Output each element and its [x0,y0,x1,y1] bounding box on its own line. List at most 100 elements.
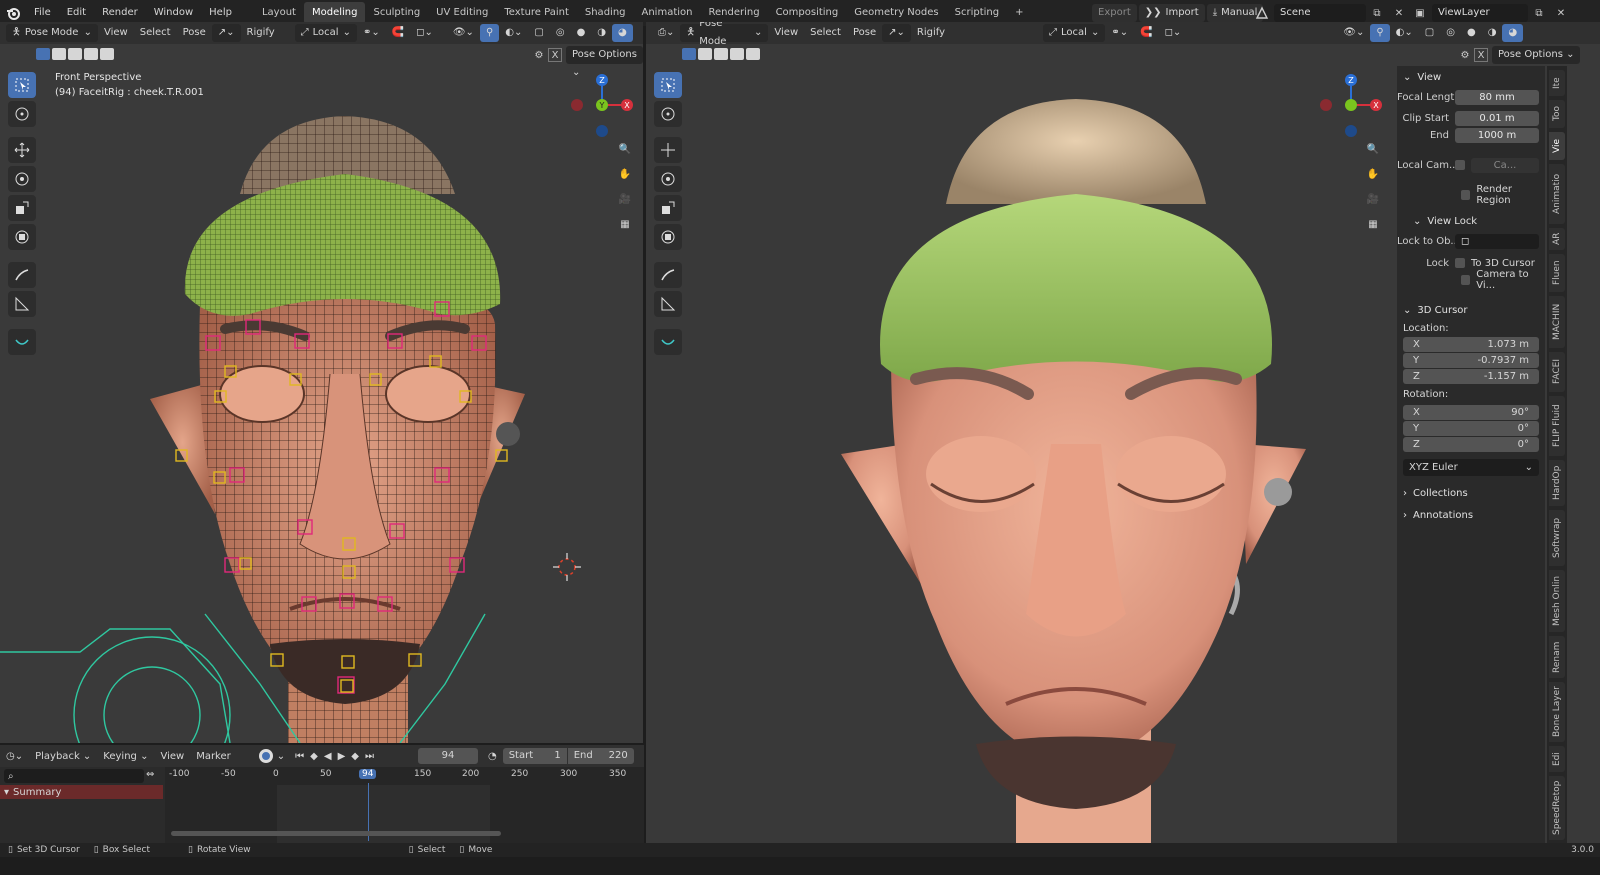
navigation-gizmo[interactable]: Z X Y [565,72,640,142]
overlay-icon[interactable]: ◐⌄ [499,24,528,42]
tab-animation[interactable]: Animation [634,2,701,24]
sidebar-tab-bone-layer[interactable]: Bone Layer [1549,682,1565,742]
orientation-dropdown[interactable]: ⤢ Local ⌄ [294,24,357,42]
marker-menu[interactable]: Marker [190,751,237,762]
annotate-tool-icon[interactable] [8,262,36,288]
wireframe-shading-icon-right[interactable]: ◎ [1440,24,1461,42]
editor-type-icon[interactable]: ⎙⌄ [652,24,680,42]
filter-icon[interactable]: ⇔ [146,769,154,780]
menu-help[interactable]: Help [201,2,240,24]
timeline-view-menu[interactable]: View [154,751,190,762]
cursor-rotation-z[interactable]: Z 0° [1403,437,1539,452]
overlay-icon-right[interactable]: ◐⌄ [1390,24,1419,42]
rigify-tool-icon[interactable] [8,329,36,355]
pivot-icon-right[interactable]: ⚭⌄ [1105,24,1134,42]
sidebar-tab-flip-fluid[interactable]: FLIP Fluid [1549,396,1565,456]
gizmo-toggle-icon[interactable]: ⚲ [479,24,500,42]
scale-tool-icon[interactable] [8,195,36,221]
menu-rigify-right[interactable]: Rigify [911,24,951,42]
sidebar-tab-tool[interactable]: Too [1549,100,1565,128]
3d-cursor[interactable] [553,553,581,581]
render-region-checkbox[interactable] [1461,190,1471,200]
local-camera-checkbox[interactable] [1455,160,1465,170]
start-frame-field[interactable]: Start 1 [502,748,567,764]
solid-shading-icon[interactable]: ● [571,24,592,42]
select-subtract-icon-right[interactable] [714,48,728,60]
tab-compositing[interactable]: Compositing [768,2,847,24]
pan-hand-icon-right[interactable]: ✋ [1360,163,1386,185]
options-icon[interactable]: ⚙ [532,48,546,62]
menu-pose-right[interactable]: Pose [847,24,882,42]
tab-geometry-nodes[interactable]: Geometry Nodes [846,2,946,24]
ortho-grid-icon-right[interactable]: ▦ [1360,213,1386,235]
next-keyframe-icon[interactable]: ◆ [351,751,359,762]
cursor-location-z[interactable]: Z -1.157 m [1403,369,1539,384]
import-button[interactable]: ❯❯ Import [1138,4,1205,22]
gizmo-neg-z-axis[interactable] [596,125,608,137]
xray-icon-right[interactable]: ▢ [1419,24,1440,42]
jump-end-icon[interactable]: ⏭ [365,751,374,762]
view-section-header[interactable]: ⌄ View [1397,66,1545,88]
select-intersect-icon-right[interactable] [746,48,760,60]
gizmo-neg-z-axis-right[interactable] [1345,125,1357,137]
xmirror-icon-right[interactable]: X [1474,48,1488,62]
mode-dropdown[interactable]: 🯅 Pose Mode ⌄ [6,24,98,42]
cursor-rotation-x[interactable]: X 90° [1403,405,1539,420]
proportional-icon-right[interactable]: ◻⌄ [1159,24,1188,42]
xray-icon[interactable]: ▢ [528,24,549,42]
sidebar-tab-animation[interactable]: Animatio [1549,164,1565,224]
gizmo-neg-x-axis-right[interactable] [1320,99,1332,111]
ortho-grid-icon[interactable]: ▦ [612,213,638,235]
auto-ik-icon-right[interactable]: ↗⌄ [882,24,911,42]
menu-pose[interactable]: Pose [177,24,212,42]
menu-view[interactable]: View [98,24,134,42]
pivot-icon[interactable]: ⚭⌄ [357,24,386,42]
rendered-shading-icon[interactable]: ◕ [612,24,633,42]
wireframe-shading-icon[interactable]: ◎ [550,24,571,42]
navigation-gizmo-right[interactable]: Z X [1314,72,1389,142]
sidebar-tab-speedretopo[interactable]: SpeedRetop [1549,776,1565,840]
menu-edit[interactable]: Edit [59,2,94,24]
menu-render[interactable]: Render [94,2,146,24]
timeline-editor-type-icon[interactable]: ◷⌄ [0,751,29,762]
tab-texture-paint[interactable]: Texture Paint [496,2,577,24]
dopesheet-area[interactable]: -100 -50 0 50 94 150 200 250 300 350 [165,767,644,843]
lock-cursor-checkbox[interactable] [1455,258,1465,268]
select-intersect-icon[interactable] [100,48,114,60]
select-box-tool-icon[interactable] [8,72,36,98]
sidebar-tab-mesh-online[interactable]: Mesh Onlin [1549,570,1565,632]
sidebar-tab-softwrap[interactable]: Softwrap [1549,510,1565,566]
focal-length-field[interactable]: 80 mm [1455,89,1539,105]
timeline-search-input[interactable]: ⌕ [4,769,144,783]
add-workspace-button[interactable]: + [1007,2,1031,24]
sidebar-tab-view[interactable]: Vie [1549,132,1565,160]
visibility-icon-right[interactable]: 👁⌄ [1337,24,1370,42]
auto-ik-icon[interactable]: ↗⌄ [211,24,241,42]
tab-rendering[interactable]: Rendering [700,2,767,24]
scene-field[interactable]: Scene [1274,4,1366,22]
cursor-tool-icon[interactable] [8,101,36,127]
record-options-icon[interactable]: ⌄ [273,751,289,762]
gizmo-neg-x-axis[interactable] [571,99,583,111]
lock-object-field[interactable]: ◻ [1455,233,1539,249]
select-extend-icon-right[interactable] [698,48,712,60]
jump-start-icon[interactable]: ⏮ [295,751,304,762]
sidebar-tab-faceit[interactable]: FACEI [1549,352,1565,392]
transform-tool-icon[interactable] [8,224,36,250]
delete-view-layer-icon[interactable]: ✕ [1552,4,1570,22]
current-frame-field[interactable]: 94 [417,748,478,764]
tab-scripting[interactable]: Scripting [947,2,1007,24]
pose-options-dropdown[interactable]: Pose Options ⌄ [566,46,643,78]
annotate-tool-icon-right[interactable] [654,262,682,288]
clip-end-field[interactable]: 1000 m [1455,127,1539,143]
cursor-rotation-y[interactable]: Y 0° [1403,421,1539,436]
tab-shading[interactable]: Shading [577,2,634,24]
zoom-icon-right[interactable]: 🔍 [1360,138,1386,160]
select-box-tool-icon-right[interactable] [654,72,682,98]
view-layer-icon[interactable]: ▣ [1410,4,1430,22]
view-lock-header[interactable]: ⌄ View Lock [1397,210,1545,232]
new-view-layer-icon[interactable]: ⧉ [1530,4,1548,22]
cursor-location-y[interactable]: Y -0.7937 m [1403,353,1539,368]
camera-view-icon-right[interactable]: 🎥 [1360,188,1386,210]
menu-select[interactable]: Select [134,24,177,42]
